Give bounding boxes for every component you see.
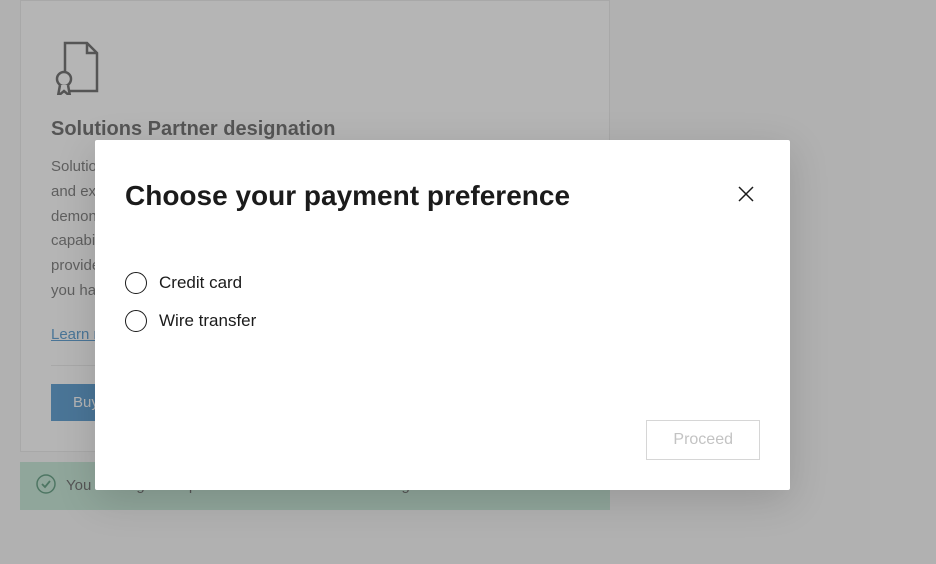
wire-transfer-label: Wire transfer	[159, 311, 256, 331]
modal-footer: Proceed	[125, 420, 760, 460]
wire-transfer-option[interactable]: Wire transfer	[125, 310, 760, 332]
modal-title: Choose your payment preference	[125, 180, 570, 212]
credit-card-option[interactable]: Credit card	[125, 272, 760, 294]
close-button[interactable]	[732, 180, 760, 211]
close-icon	[736, 192, 756, 207]
payment-options: Credit card Wire transfer	[125, 272, 760, 348]
credit-card-label: Credit card	[159, 273, 242, 293]
radio-icon	[125, 310, 147, 332]
proceed-button[interactable]: Proceed	[646, 420, 760, 460]
payment-preference-modal: Choose your payment preference Credit ca…	[95, 140, 790, 490]
radio-icon	[125, 272, 147, 294]
modal-header: Choose your payment preference	[125, 180, 760, 212]
